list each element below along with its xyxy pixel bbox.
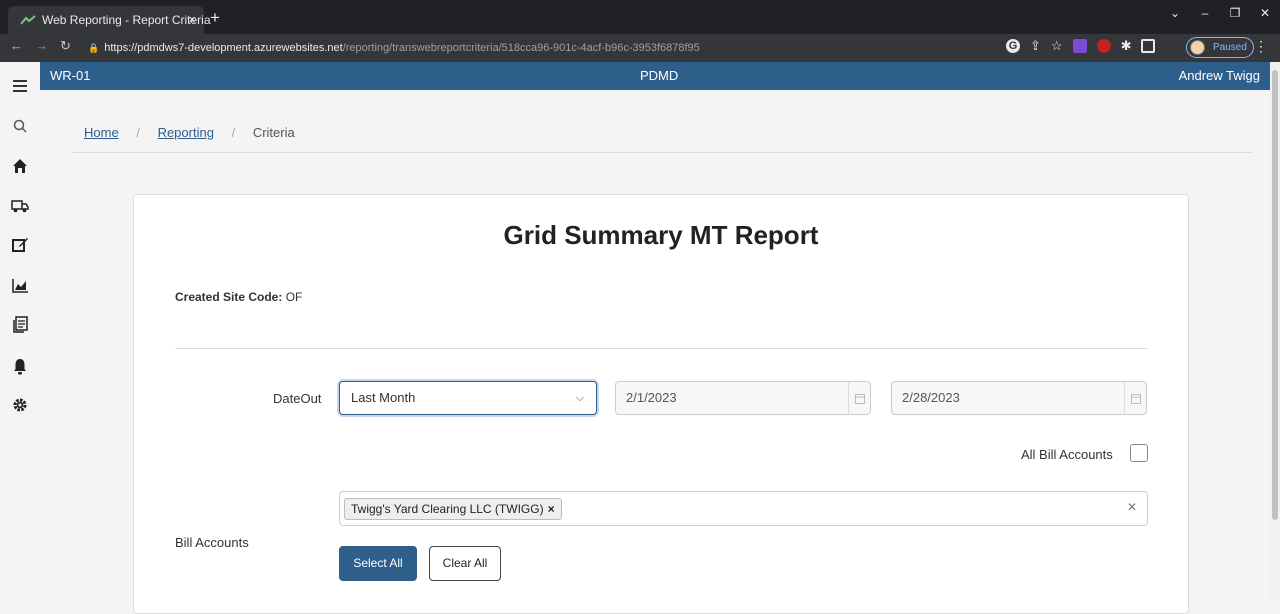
avatar — [1190, 40, 1205, 55]
clear-all-button[interactable]: Clear All — [429, 546, 501, 581]
app-code: WR-01 — [50, 68, 91, 83]
breadcrumb-separator: / — [231, 125, 236, 140]
minimize-icon[interactable]: – — [1190, 0, 1220, 28]
chip-remove-icon[interactable]: × — [548, 502, 555, 516]
window-controls: ⌄ – ❐ ✕ — [1160, 0, 1280, 28]
restore-icon[interactable]: ❐ — [1220, 0, 1250, 28]
side-panel-icon[interactable] — [1141, 39, 1156, 53]
breadcrumb-divider — [72, 152, 1252, 153]
app-header: WR-01 PDMD Andrew Twigg — [40, 62, 1270, 90]
ublock-icon[interactable] — [1096, 39, 1111, 53]
select-all-button[interactable]: Select All — [339, 546, 417, 581]
back-icon[interactable]: ← — [10, 38, 23, 53]
section-divider — [175, 348, 1148, 349]
tab-close-icon[interactable]: × — [188, 6, 196, 34]
address-bar[interactable]: 🔒 https://pdmdws7-development.azurewebsit… — [88, 37, 993, 59]
site-code-value: OF — [285, 290, 303, 304]
calendar-icon[interactable] — [1124, 382, 1146, 414]
all-bill-accounts-checkbox[interactable] — [1130, 444, 1148, 462]
page-title: Grid Summary MT Report — [503, 220, 819, 250]
breadcrumb-separator: / — [136, 125, 140, 140]
bill-accounts-label: Bill Accounts — [175, 535, 249, 550]
google-icon[interactable]: G — [1006, 39, 1020, 53]
breadcrumb-home-link[interactable]: Home — [84, 125, 119, 140]
scrollbar-thumb[interactable] — [1272, 70, 1278, 520]
bookmark-star-icon[interactable]: ☆ — [1051, 38, 1063, 54]
chart-icon[interactable] — [8, 273, 32, 297]
chip-label: Twigg's Yard Clearing LLC (TWIGG) — [351, 502, 544, 516]
bill-accounts-multiselect[interactable]: Twigg's Yard Clearing LLC (TWIGG) × ✕ — [339, 491, 1148, 526]
date-from-value: 2/1/2023 — [626, 390, 677, 405]
menu-icon[interactable] — [8, 74, 32, 98]
profile-button[interactable]: Paused — [1186, 37, 1254, 58]
site-code: Created Site Code: OF — [175, 290, 302, 304]
browser-tab-bar: Web Reporting - Report Criteria × + ⌄ – … — [0, 0, 1280, 34]
date-to-value: 2/28/2023 — [902, 390, 960, 405]
breadcrumb-reporting-link[interactable]: Reporting — [158, 125, 214, 140]
user-name[interactable]: Andrew Twigg — [1179, 68, 1260, 83]
date-to-field[interactable]: 2/28/2023 — [891, 381, 1147, 415]
browser-tab[interactable]: Web Reporting - Report Criteria × — [8, 6, 211, 34]
clear-selection-icon[interactable]: ✕ — [1127, 500, 1137, 514]
dateout-label: DateOut — [273, 391, 322, 406]
selected-account-chip: Twigg's Yard Clearing LLC (TWIGG) × — [344, 498, 562, 520]
share-icon[interactable]: ⇪ — [1030, 38, 1041, 54]
site-code-label: Created Site Code: — [175, 290, 283, 304]
breadcrumb-current: Criteria — [252, 125, 295, 140]
extension-icons: G ⇪ ☆ ✱ — [1006, 38, 1156, 54]
browser-toolbar: ← → ↻ 🔒 https://pdmdws7-development.azure… — [0, 34, 1280, 62]
truck-icon[interactable] — [8, 194, 32, 218]
date-from-field[interactable]: 2/1/2023 — [615, 381, 871, 415]
new-tab-icon[interactable]: + — [210, 8, 220, 28]
lock-icon: 🔒 — [88, 43, 100, 53]
calendar-icon[interactable] — [848, 382, 870, 414]
all-bill-accounts-label: All Bill Accounts — [1021, 447, 1113, 462]
reload-icon[interactable]: ↻ — [60, 38, 71, 54]
tab-search-icon[interactable]: ⌄ — [1160, 0, 1190, 28]
document-icon[interactable] — [8, 312, 32, 336]
extension-p-icon[interactable] — [1072, 39, 1087, 53]
chevron-down-icon: ⌵ — [575, 392, 584, 404]
dateout-selected-value: Last Month — [351, 390, 416, 405]
gear-icon[interactable] — [8, 393, 32, 417]
bell-icon[interactable] — [8, 354, 32, 378]
extensions-puzzle-icon[interactable]: ✱ — [1121, 38, 1132, 54]
search-icon[interactable] — [8, 114, 32, 138]
url-path: /reporting/transwebreportcriteria/518cca… — [342, 42, 700, 54]
forward-icon[interactable]: → — [35, 38, 48, 53]
tab-title: Web Reporting - Report Criteria — [42, 13, 211, 27]
breadcrumb: Home / Reporting / Criteria — [84, 125, 295, 140]
dateout-select[interactable]: Last Month ⌵ — [339, 381, 597, 415]
app-name: PDMD — [640, 68, 679, 83]
url-host: https://pdmdws7-development.azurewebsite… — [104, 42, 343, 54]
favicon-icon — [20, 15, 36, 25]
sidebar — [0, 62, 40, 601]
home-icon[interactable] — [8, 154, 32, 178]
close-window-icon[interactable]: ✕ — [1250, 0, 1280, 28]
browser-menu-icon[interactable]: ⋮ — [1254, 38, 1268, 55]
profile-status: Paused — [1213, 42, 1247, 53]
